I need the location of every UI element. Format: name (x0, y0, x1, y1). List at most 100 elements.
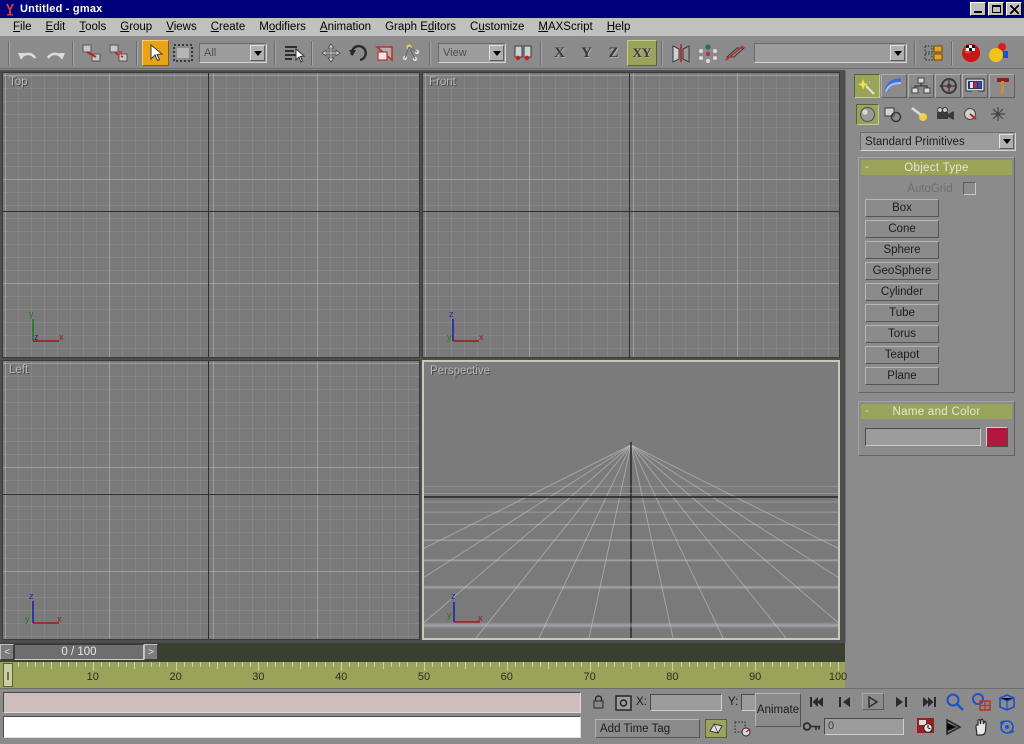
zoom-extents-icon[interactable] (994, 691, 1019, 713)
object-type-header[interactable]: - Object Type (861, 160, 1012, 175)
menu-tools[interactable]: Tools (72, 19, 113, 36)
prompt-status-field[interactable] (3, 716, 581, 738)
angle-snap-icon[interactable] (732, 719, 754, 738)
menu-modifiers[interactable]: Modifiers (252, 19, 313, 36)
add-time-tag-button[interactable]: Add Time Tag (595, 719, 700, 738)
helpers-category[interactable] (960, 104, 983, 125)
x-coordinate-field[interactable] (650, 694, 722, 711)
select-and-move-icon[interactable] (317, 40, 344, 66)
select-object-icon[interactable] (142, 40, 169, 66)
collapse-icon[interactable]: - (865, 161, 869, 174)
sphere-button[interactable]: Sphere (865, 241, 939, 259)
create-tab[interactable] (854, 74, 880, 98)
name-and-color-header[interactable]: - Name and Color (861, 404, 1012, 419)
menu-customize[interactable]: Customize (463, 19, 531, 36)
plane-button[interactable]: Plane (865, 367, 939, 385)
menu-file[interactable]: File (6, 19, 39, 36)
go-to-end-icon[interactable] (918, 693, 940, 710)
track-bar[interactable]: 10 20 30 40 50 60 70 80 90 100 (0, 662, 845, 688)
cylinder-button[interactable]: Cylinder (865, 283, 939, 301)
menu-help[interactable]: Help (600, 19, 638, 36)
viewport-perspective[interactable]: Perspective z y x (422, 360, 840, 640)
redo-icon[interactable] (41, 40, 68, 66)
select-and-uniform-scale-icon[interactable] (371, 40, 398, 66)
zoom-region-icon[interactable] (1020, 691, 1024, 713)
cone-button[interactable]: Cone (865, 220, 939, 238)
geosphere-button[interactable]: GeoSphere (865, 262, 939, 280)
min-max-toggle-icon[interactable] (1020, 716, 1024, 738)
cameras-category[interactable] (934, 104, 957, 125)
torus-button[interactable]: Torus (865, 325, 939, 343)
unlink-selection-icon[interactable] (105, 40, 132, 66)
spacewarps-category[interactable] (986, 104, 1009, 125)
use-pivot-point-center-icon[interactable] (509, 40, 536, 66)
menu-group[interactable]: Group (113, 19, 159, 36)
hierarchy-tab[interactable] (908, 74, 934, 98)
chevron-down-icon[interactable] (999, 134, 1014, 149)
object-name-input[interactable] (865, 428, 981, 446)
menu-animation[interactable]: Animation (313, 19, 378, 36)
render-scene-icon[interactable] (984, 40, 1011, 66)
restore-button[interactable] (988, 2, 1004, 16)
align-icon[interactable] (721, 40, 748, 66)
selection-filter-dropdown[interactable]: All (199, 43, 267, 63)
next-frame-icon[interactable] (890, 693, 912, 710)
maxscript-listener-field[interactable] (3, 692, 581, 713)
coordinate-system-dropdown[interactable]: View (438, 43, 506, 63)
viewport-left[interactable]: Left z y x (2, 360, 420, 640)
absolute-relative-transform-icon[interactable] (614, 694, 632, 711)
teapot-button[interactable]: Teapot (865, 346, 939, 364)
lock-selection-icon[interactable] (590, 694, 606, 711)
material-editor-icon[interactable] (957, 40, 984, 66)
display-tab[interactable] (962, 74, 988, 98)
chevron-down-icon[interactable] (890, 45, 905, 61)
restrict-to-plane-button[interactable]: XY (627, 40, 657, 66)
field-of-view-icon[interactable] (942, 716, 967, 738)
zoom-all-icon[interactable] (968, 691, 993, 713)
geometry-category[interactable] (856, 104, 879, 125)
utilities-tab[interactable] (989, 74, 1015, 98)
select-and-rotate-icon[interactable] (344, 40, 371, 66)
minimize-button[interactable] (970, 2, 986, 16)
animate-button[interactable]: Animate (755, 693, 801, 727)
modify-tab[interactable] (881, 74, 907, 98)
current-frame-field[interactable]: 0 (824, 718, 904, 735)
rectangular-selection-region-icon[interactable] (169, 40, 196, 66)
select-and-link-icon[interactable] (78, 40, 105, 66)
arc-rotate-icon[interactable] (994, 716, 1019, 738)
viewport-front[interactable]: Front z y x (422, 72, 840, 358)
chevron-down-icon[interactable] (489, 45, 504, 61)
restrict-to-z-button[interactable]: Z (600, 40, 627, 66)
undo-icon[interactable] (14, 40, 41, 66)
collapse-icon[interactable]: - (865, 405, 869, 418)
autogrid-checkbox[interactable] (963, 182, 976, 195)
manipulate-icon[interactable] (398, 40, 425, 66)
menu-graph-editors[interactable]: Graph Editors (378, 19, 463, 36)
menu-edit[interactable]: Edit (39, 19, 73, 36)
previous-frame-icon[interactable] (834, 693, 856, 710)
key-mode-toggle-icon[interactable] (802, 718, 822, 735)
snap-toggle-icon[interactable] (705, 719, 727, 738)
motion-tab[interactable] (935, 74, 961, 98)
zoom-icon[interactable] (942, 691, 967, 713)
previous-frame-arrow[interactable]: < (0, 644, 14, 660)
shapes-category[interactable] (882, 104, 905, 125)
tube-button[interactable]: Tube (865, 304, 939, 322)
layer-manager-icon[interactable] (920, 40, 947, 66)
viewport-top[interactable]: Top y z x (2, 72, 420, 358)
named-selection-sets-dropdown[interactable] (754, 43, 907, 63)
menu-views[interactable]: Views (159, 19, 203, 36)
pan-icon[interactable] (968, 716, 993, 738)
time-slider-field[interactable]: 0 / 100 (14, 644, 144, 660)
next-frame-arrow[interactable]: > (144, 644, 158, 660)
array-icon[interactable] (694, 40, 721, 66)
restrict-to-y-button[interactable]: Y (573, 40, 600, 66)
close-button[interactable] (1006, 2, 1022, 16)
restrict-to-x-button[interactable]: X (546, 40, 573, 66)
box-button[interactable]: Box (865, 199, 939, 217)
menu-create[interactable]: Create (204, 19, 253, 36)
time-slider-thumb[interactable] (3, 663, 13, 687)
go-to-start-icon[interactable] (806, 693, 828, 710)
menu-maxscript[interactable]: MAXScript (531, 19, 599, 36)
mirror-selected-objects-icon[interactable] (667, 40, 694, 66)
